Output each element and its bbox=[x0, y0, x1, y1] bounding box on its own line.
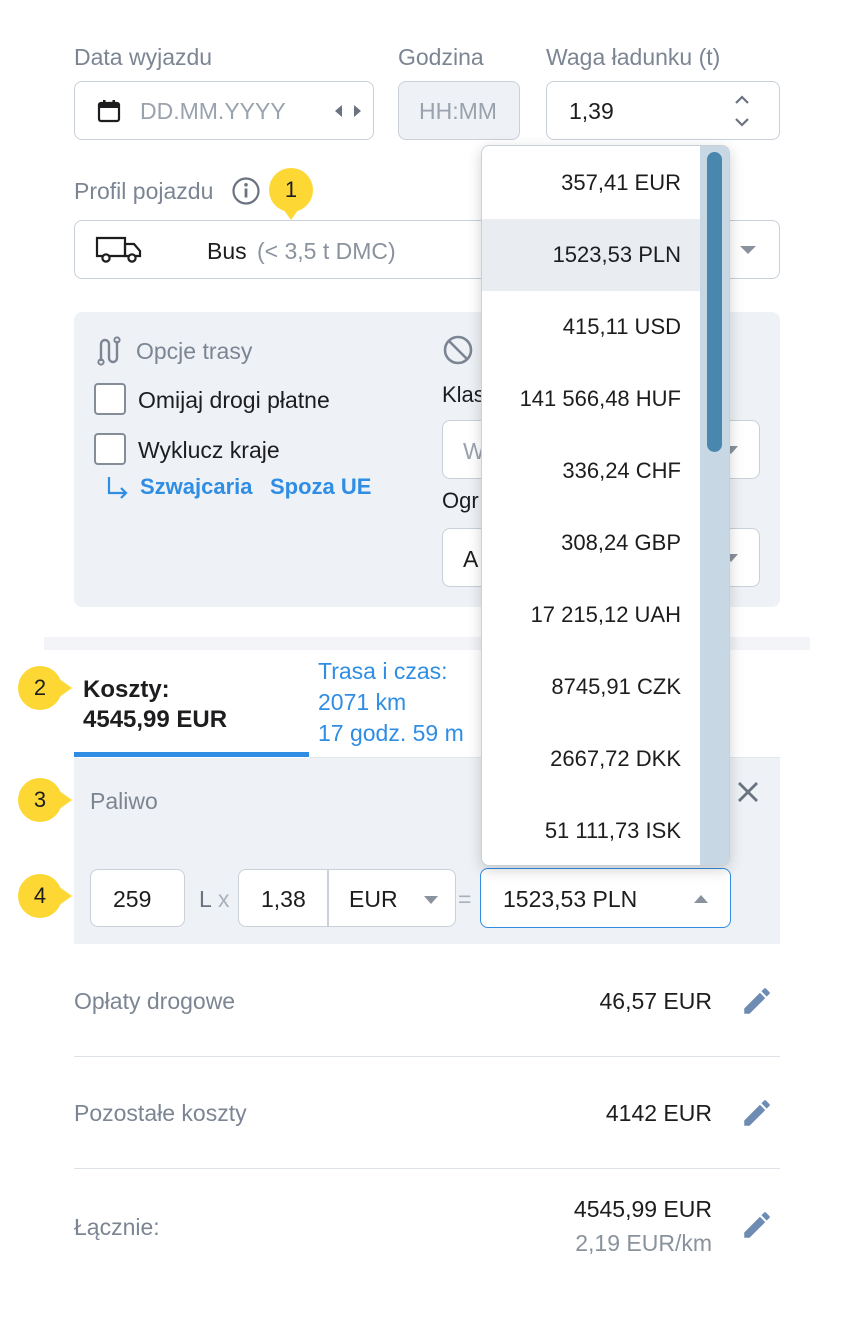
total-per-km: 2,19 EUR/km bbox=[575, 1230, 712, 1256]
pencil-icon[interactable] bbox=[740, 984, 774, 1018]
badge-number: 1 bbox=[284, 177, 298, 202]
currency-option[interactable]: 141 566,48 HUF bbox=[482, 363, 701, 435]
annotation-badge-4: 4 bbox=[18, 874, 72, 918]
vehicle-label: Profil pojazdu bbox=[74, 178, 214, 204]
fuel-total-value: 1523,53 PLN bbox=[503, 886, 638, 912]
van-icon bbox=[95, 236, 142, 263]
route-options-title: Opcje trasy bbox=[136, 338, 253, 364]
cost-label: Pozostałe koszty bbox=[74, 1100, 247, 1126]
close-icon[interactable] bbox=[736, 780, 760, 804]
currency-option[interactable]: 51 111,73 ISK bbox=[482, 795, 701, 865]
equals-sign: = bbox=[458, 886, 472, 912]
fuel-currency[interactable]: EUR bbox=[349, 886, 398, 913]
currency-option[interactable]: 415,11 USD bbox=[482, 291, 701, 363]
total-label: Łącznie: bbox=[74, 1214, 160, 1240]
route-icon bbox=[97, 336, 121, 366]
tab-route-distance: 2071 km bbox=[318, 689, 407, 715]
pencil-icon[interactable] bbox=[740, 1096, 774, 1130]
avoid-tolls-checkbox[interactable] bbox=[94, 383, 126, 415]
date-placeholder: DD.MM.YYYY bbox=[140, 98, 286, 124]
currency-option[interactable]: 17 215,12 UAH bbox=[482, 579, 701, 651]
date-input[interactable]: DD.MM.YYYY bbox=[74, 81, 374, 140]
vehicle-type: Bus bbox=[207, 238, 247, 264]
total-value: 4545,99 EUR bbox=[573, 1196, 712, 1222]
weight-input[interactable]: 1,39 bbox=[546, 81, 780, 140]
annotation-badge-3: 3 bbox=[18, 778, 72, 822]
info-icon[interactable] bbox=[231, 176, 261, 206]
currency-option[interactable]: 2667,72 DKK bbox=[482, 723, 701, 795]
calendar-icon bbox=[97, 100, 121, 123]
annotation-badge-2: 2 bbox=[18, 666, 72, 710]
tab-route-title: Trasa i czas: bbox=[318, 658, 448, 684]
chevron-up-icon bbox=[694, 895, 708, 903]
avoid-tolls-label: Omijaj drogi płatne bbox=[138, 387, 330, 413]
weight-label: Waga ładunku (t) bbox=[546, 44, 721, 70]
currency-option[interactable]: 357,41 EUR bbox=[482, 147, 701, 219]
chevron-down-icon bbox=[424, 896, 438, 904]
time-placeholder: HH:MM bbox=[419, 98, 497, 124]
fuel-price-group[interactable]: 1,38 EUR bbox=[238, 869, 456, 927]
vehicle-detail: (< 3,5 t DMC) bbox=[257, 238, 396, 264]
excluded-country-link[interactable]: Spoza UE bbox=[270, 474, 371, 500]
restriction-label: Ogr bbox=[442, 488, 479, 513]
fuel-total-select[interactable]: 1523,53 PLN bbox=[480, 868, 731, 928]
field-divider bbox=[327, 870, 329, 926]
badge-number: 3 bbox=[33, 787, 47, 812]
total-row: Łącznie: 4545,99 EUR 2,19 EUR/km bbox=[74, 1170, 780, 1282]
cost-value: 4142 EUR bbox=[605, 1100, 712, 1126]
excluded-country-link[interactable]: Szwajcaria bbox=[140, 474, 253, 500]
badge-number: 4 bbox=[33, 883, 47, 908]
tab-costs-title: Koszty: bbox=[83, 676, 170, 703]
date-label: Data wyjazdu bbox=[74, 44, 213, 70]
dropdown-scrollbar[interactable] bbox=[700, 146, 729, 865]
fuel-liters-input[interactable]: 259 bbox=[90, 869, 185, 927]
currency-option[interactable]: 308,24 GBP bbox=[482, 507, 701, 579]
fuel-label: Paliwo bbox=[90, 788, 158, 814]
pencil-icon[interactable] bbox=[740, 1208, 774, 1242]
tab-active-indicator bbox=[74, 752, 309, 757]
sub-arrow-icon bbox=[107, 477, 128, 499]
cost-row-tolls: Opłaty drogowe 46,57 EUR bbox=[74, 945, 780, 1057]
fuel-price-value: 1,38 bbox=[261, 886, 306, 912]
cost-row-other: Pozostałe koszty 4142 EUR bbox=[74, 1057, 780, 1169]
annotation-badge-1: 1 bbox=[269, 168, 313, 220]
cost-value: 46,57 EUR bbox=[599, 988, 712, 1014]
scrollbar-thumb[interactable] bbox=[707, 152, 722, 452]
time-input[interactable]: HH:MM bbox=[398, 81, 520, 140]
fuel-liters-value: 259 bbox=[113, 886, 152, 912]
tab-route-duration: 17 godz. 59 m bbox=[318, 720, 464, 746]
weight-value: 1,39 bbox=[569, 98, 614, 124]
time-label: Godzina bbox=[398, 44, 484, 70]
weight-spinner-icon[interactable] bbox=[733, 94, 751, 128]
no-entry-icon bbox=[443, 335, 473, 365]
exclude-countries-label: Wyklucz kraje bbox=[138, 437, 280, 463]
fuel-unit: L bbox=[199, 886, 212, 912]
multiply-sign: x bbox=[218, 886, 230, 912]
currency-option-selected[interactable]: 1523,53 PLN bbox=[482, 219, 701, 291]
exclude-countries-checkbox[interactable] bbox=[94, 433, 126, 465]
currency-option[interactable]: 336,24 CHF bbox=[482, 435, 701, 507]
tab-route[interactable]: Trasa i czas: 2071 km 17 godz. 59 m bbox=[318, 656, 481, 754]
currency-option[interactable]: 8745,91 CZK bbox=[482, 651, 701, 723]
date-stepper-icon[interactable] bbox=[333, 103, 363, 119]
chevron-down-icon bbox=[740, 246, 756, 254]
cost-label: Opłaty drogowe bbox=[74, 988, 236, 1014]
currency-dropdown[interactable]: 357,41 EUR 1523,53 PLN 415,11 USD 141 56… bbox=[481, 145, 730, 866]
restriction-value: A bbox=[463, 546, 479, 572]
tab-costs[interactable]: Koszty: 4545,99 EUR bbox=[74, 660, 309, 758]
class-label: Klas bbox=[442, 382, 485, 407]
tab-costs-value: 4545,99 EUR bbox=[83, 706, 228, 733]
badge-number: 2 bbox=[33, 675, 47, 700]
